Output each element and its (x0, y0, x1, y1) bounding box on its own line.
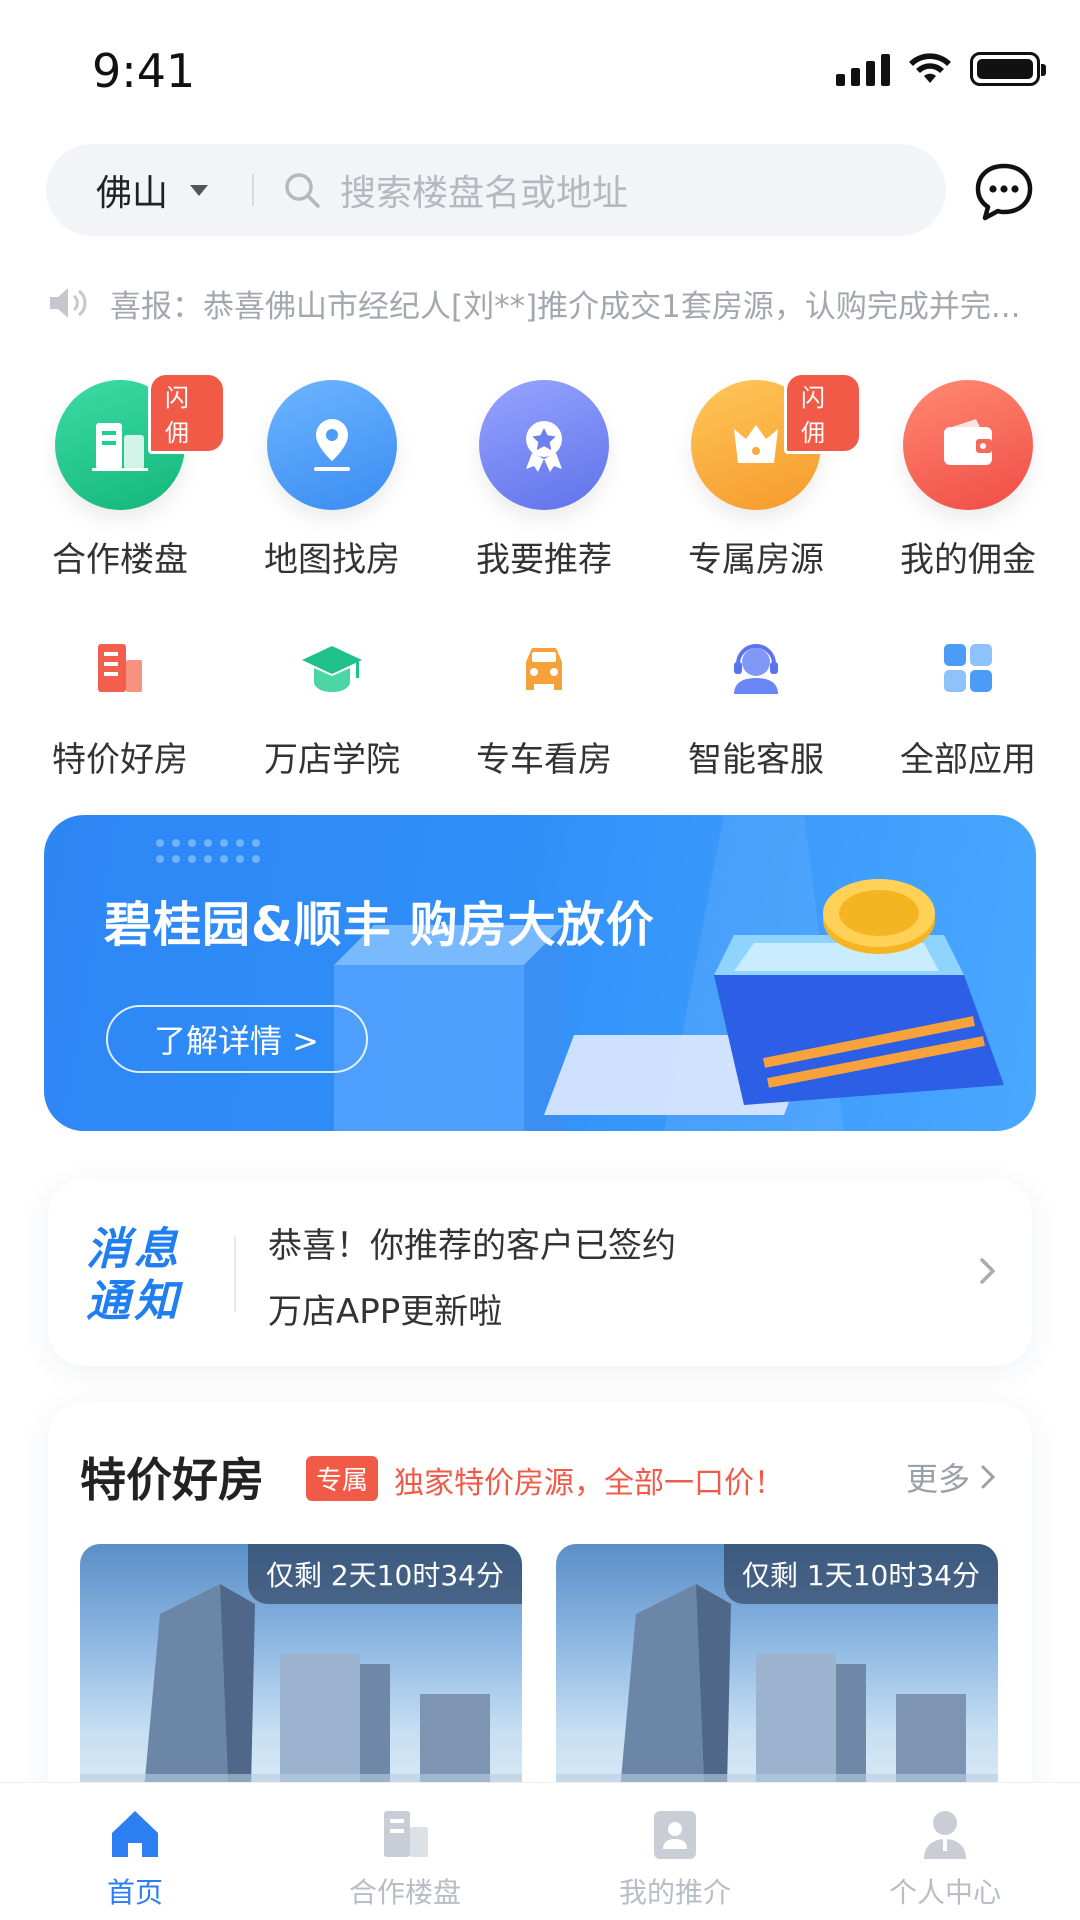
status-bar: 9:41 (0, 0, 1080, 130)
notification-card[interactable]: 消息 通知 恭喜！你推荐的客户已签约 万店APP更新啦 (48, 1180, 1032, 1366)
city-selector[interactable]: 佛山 (96, 164, 209, 216)
wifi-icon (909, 53, 951, 83)
notice-text: 喜报：恭喜佛山市经纪人[刘**]推介成交1套房源，认购完成并完... (110, 288, 1021, 325)
grid-item-academy[interactable]: 万店学院 (226, 628, 438, 781)
battery-icon (970, 52, 1046, 86)
more-link[interactable]: 更多 (906, 1454, 996, 1500)
tab-label: 我的推介 (618, 1876, 731, 1909)
chevron-right-icon (980, 1258, 995, 1284)
grid-item-all-apps[interactable]: 全部应用 (862, 628, 1074, 781)
section-subtitle: 独家特价房源，全部一口价！ (394, 1466, 784, 1501)
grid-item-cooperative-projects[interactable]: 闪佣 合作楼盘 (14, 372, 226, 581)
tab-home[interactable]: 首页 (0, 1783, 270, 1920)
flash-commission-badge: 闪佣 (784, 372, 862, 454)
grid-label: 合作楼盘 (52, 540, 188, 580)
special-houses-section: 特价好房 专属 独家特价房源，全部一口价！ 更多 仅剩 2天10时34分 仅剩 … (48, 1402, 1032, 1822)
speaker-icon (50, 288, 87, 318)
secondary-grid: 特价好房 万店学院 专车看房 智能客服 全部应用 (14, 628, 1080, 781)
grid-item-recommend[interactable]: 我要推荐 (438, 380, 650, 581)
tab-personal-center[interactable]: 个人中心 (810, 1783, 1080, 1920)
notification-message: 恭喜！你推荐的客户已签约 (268, 1226, 676, 1266)
grid-label: 万店学院 (264, 740, 400, 780)
grid-label: 地图找房 (264, 540, 400, 580)
primary-grid: 闪佣 合作楼盘 地图找房 我要推荐 闪佣 专属房源 我的佣金 (14, 372, 1080, 581)
banner-title: 碧桂园&顺丰 购房大放价 (104, 897, 655, 953)
building-icon (384, 1811, 428, 1857)
signal-icon (836, 52, 890, 86)
learn-more-button[interactable]: 了解详情 > (106, 1005, 368, 1073)
caret-down-icon (190, 184, 209, 196)
notification-message: 万店APP更新啦 (268, 1292, 503, 1332)
more-label: 更多 (905, 1460, 970, 1498)
notification-logo-line1: 消息 (86, 1224, 182, 1275)
notice-marquee[interactable]: 喜报：恭喜佛山市经纪人[刘**]推介成交1套房源，认购完成并完... (48, 276, 1038, 330)
chevron-right-icon (981, 1465, 996, 1489)
grid-item-car-viewing[interactable]: 专车看房 (438, 628, 650, 781)
grid-label: 专车看房 (476, 740, 612, 780)
car-icon (504, 628, 584, 708)
tab-label: 合作楼盘 (348, 1876, 461, 1909)
search-divider (252, 174, 255, 206)
grid-label: 我的佣金 (900, 540, 1036, 580)
map-pin-icon (267, 380, 397, 510)
grid-item-customer-service[interactable]: 智能客服 (650, 628, 862, 781)
grid-item-special-offers[interactable]: 特价好房 (14, 628, 226, 781)
wallet-icon (903, 380, 1033, 510)
banner-illustration (334, 815, 1004, 1131)
award-icon (479, 380, 609, 510)
message-icon[interactable] (972, 160, 1036, 224)
tab-my-referrals[interactable]: 我的推介 (540, 1783, 810, 1920)
flash-commission-badge: 闪佣 (148, 372, 226, 454)
notification-logo-line2: 通知 (86, 1276, 182, 1327)
grid-label: 智能客服 (688, 740, 824, 780)
bottom-tab-bar: 首页 合作楼盘 我的推介 个人中心 (0, 1782, 1080, 1920)
user-icon (924, 1811, 966, 1859)
grid-label: 全部应用 (900, 740, 1036, 780)
tab-label: 首页 (106, 1876, 163, 1909)
graduation-cap-icon (292, 628, 372, 708)
notification-logo: 消息 通知 (86, 1224, 182, 1328)
discount-building-icon (80, 628, 160, 708)
grid-item-map-search[interactable]: 地图找房 (226, 380, 438, 581)
city-label: 佛山 (96, 173, 169, 214)
countdown-label: 仅剩 2天10时34分 (248, 1544, 522, 1604)
search-input[interactable]: 搜索楼盘名或地址 (340, 164, 628, 216)
grid-label: 我要推荐 (476, 540, 612, 580)
customer-service-icon (716, 628, 796, 708)
grid-label: 专属房源 (688, 540, 824, 580)
exclusive-tag: 专属 (306, 1456, 379, 1501)
section-title: 特价好房 (80, 1453, 264, 1507)
grid-item-my-commission[interactable]: 我的佣金 (862, 380, 1074, 581)
search-bar[interactable]: 佛山 搜索楼盘名或地址 (46, 144, 946, 236)
search-icon (285, 173, 320, 208)
grid-item-exclusive-listings[interactable]: 闪佣 专属房源 (650, 372, 862, 581)
house-card[interactable]: 仅剩 1天10时34分 (556, 1544, 998, 1822)
grid-label: 特价好房 (52, 740, 188, 780)
countdown-label: 仅剩 1天10时34分 (724, 1544, 998, 1604)
promo-banner[interactable]: 碧桂园&顺丰 购房大放价 了解详情 > (44, 815, 1036, 1131)
tab-cooperative-projects[interactable]: 合作楼盘 (270, 1783, 540, 1920)
status-icons (836, 52, 1046, 86)
home-icon (112, 1811, 158, 1857)
profile-card-icon (654, 1811, 696, 1859)
notification-divider (234, 1236, 236, 1312)
house-card[interactable]: 仅剩 2天10时34分 (80, 1544, 522, 1822)
apps-grid-icon (928, 628, 1008, 708)
tab-label: 个人中心 (888, 1876, 1001, 1909)
status-time: 9:41 (92, 44, 196, 98)
